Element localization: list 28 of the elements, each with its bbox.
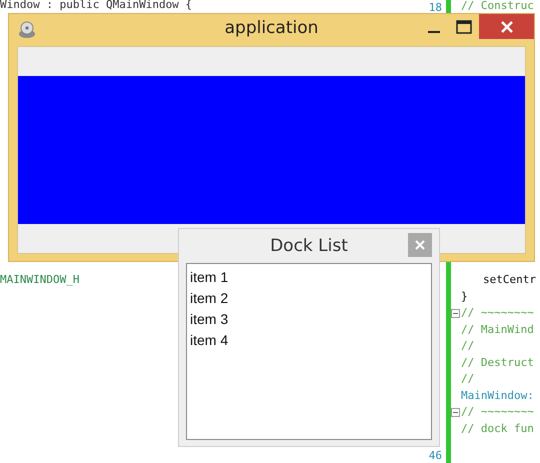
collapse-icon[interactable] xyxy=(451,308,460,318)
window-title: application xyxy=(224,18,320,38)
code-line: // ~~~~~~~~ xyxy=(461,305,534,321)
list-item[interactable]: item 4 xyxy=(190,330,428,351)
maximize-icon xyxy=(456,20,472,34)
code-line: // xyxy=(461,338,474,354)
code-line: // xyxy=(461,371,474,387)
list-item[interactable]: item 3 xyxy=(190,309,428,330)
close-icon xyxy=(415,240,425,250)
app-icon xyxy=(17,20,37,40)
minimize-icon xyxy=(428,31,440,33)
collapse-icon[interactable] xyxy=(451,408,460,417)
code-line: // dock fun xyxy=(461,420,534,436)
code-line: // Destruct xyxy=(461,354,534,370)
code-line: MAINWINDOW_H xyxy=(0,272,80,288)
dock-title: Dock List xyxy=(270,236,348,256)
close-button[interactable] xyxy=(479,14,534,39)
list-item[interactable]: item 2 xyxy=(190,288,428,309)
close-icon xyxy=(500,20,514,34)
list-item[interactable]: item 1 xyxy=(190,267,428,288)
code-line: setCentr xyxy=(482,272,536,288)
code-line: // ~~~~~~~~ xyxy=(461,404,534,420)
line-number: 18 xyxy=(428,1,443,14)
code-line: } xyxy=(461,288,468,304)
code-line: MainWindow: xyxy=(461,388,534,404)
line-number: 46 xyxy=(428,449,443,462)
code-line: // Construc xyxy=(461,0,534,14)
code-line: // MainWind xyxy=(461,322,534,338)
